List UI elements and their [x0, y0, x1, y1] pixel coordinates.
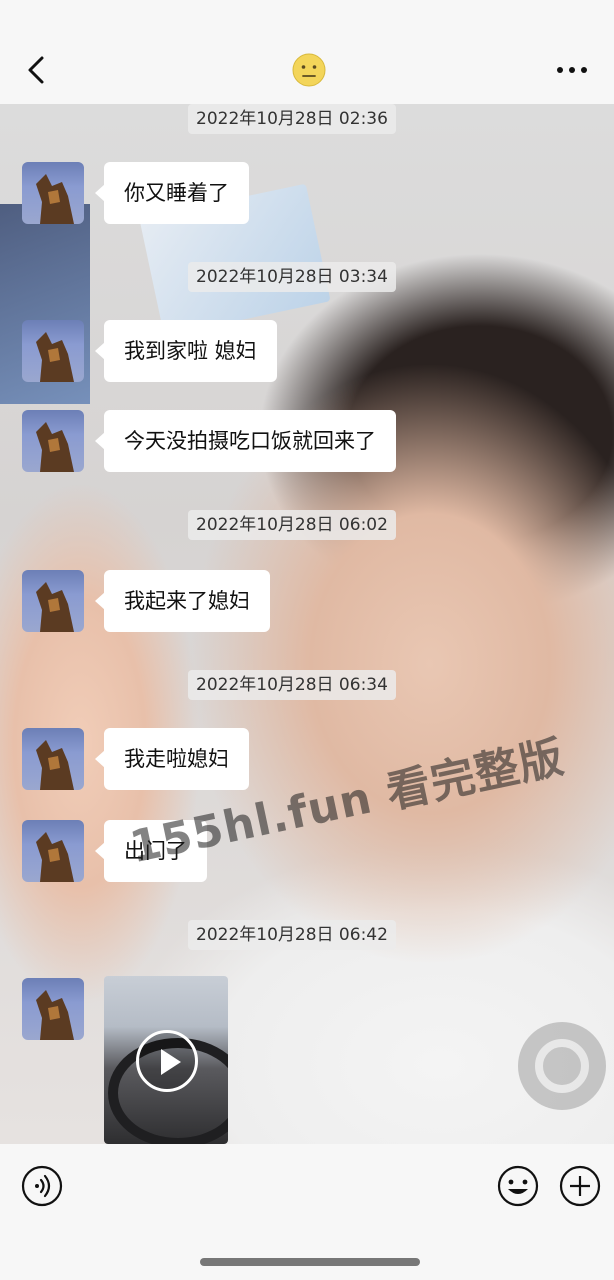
- emoji-icon: [497, 1165, 539, 1207]
- chat-area[interactable]: [0, 104, 614, 1144]
- message-bubble[interactable]: 今天没拍摄吃口饭就回来了: [95, 410, 396, 472]
- smiley-emoji-icon: [291, 52, 327, 88]
- message-timestamp: 2022年10月28日 06:42: [188, 920, 396, 950]
- voice-icon: [21, 1165, 63, 1207]
- message-timestamp: 2022年10月28日 06:34: [188, 670, 396, 700]
- avatar[interactable]: [22, 820, 84, 882]
- add-button[interactable]: [558, 1164, 602, 1208]
- message-timestamp: 2022年10月28日 06:02: [188, 510, 396, 540]
- message-bubble[interactable]: 我到家啦 媳妇: [95, 320, 277, 382]
- emoji-button[interactable]: [496, 1164, 540, 1208]
- avatar[interactable]: [22, 570, 84, 632]
- message-bubble[interactable]: 我走啦媳妇: [95, 728, 249, 790]
- message-bubble[interactable]: 出门了: [95, 820, 207, 882]
- message-bubble[interactable]: 你又睡着了: [95, 162, 249, 224]
- plus-icon: [559, 1165, 601, 1207]
- avatar[interactable]: [22, 978, 84, 1040]
- avatar[interactable]: [22, 728, 84, 790]
- home-indicator: [200, 1258, 420, 1266]
- chevron-left-icon: [28, 56, 44, 84]
- floating-assistive-button[interactable]: [518, 1022, 606, 1110]
- more-button[interactable]: [554, 58, 590, 82]
- message-bubble[interactable]: 我起来了媳妇: [95, 570, 270, 632]
- avatar[interactable]: [22, 320, 84, 382]
- ellipsis-icon: [557, 67, 587, 73]
- play-icon: [136, 1030, 198, 1092]
- message-timestamp: 2022年10月28日 03:34: [188, 262, 396, 292]
- avatar[interactable]: [22, 410, 84, 472]
- chat-header: [0, 0, 614, 104]
- voice-button[interactable]: [20, 1164, 64, 1208]
- message-timestamp: 2022年10月28日 02:36: [188, 104, 396, 134]
- avatar[interactable]: [22, 162, 84, 224]
- back-button[interactable]: [18, 50, 52, 90]
- video-message[interactable]: [104, 976, 228, 1144]
